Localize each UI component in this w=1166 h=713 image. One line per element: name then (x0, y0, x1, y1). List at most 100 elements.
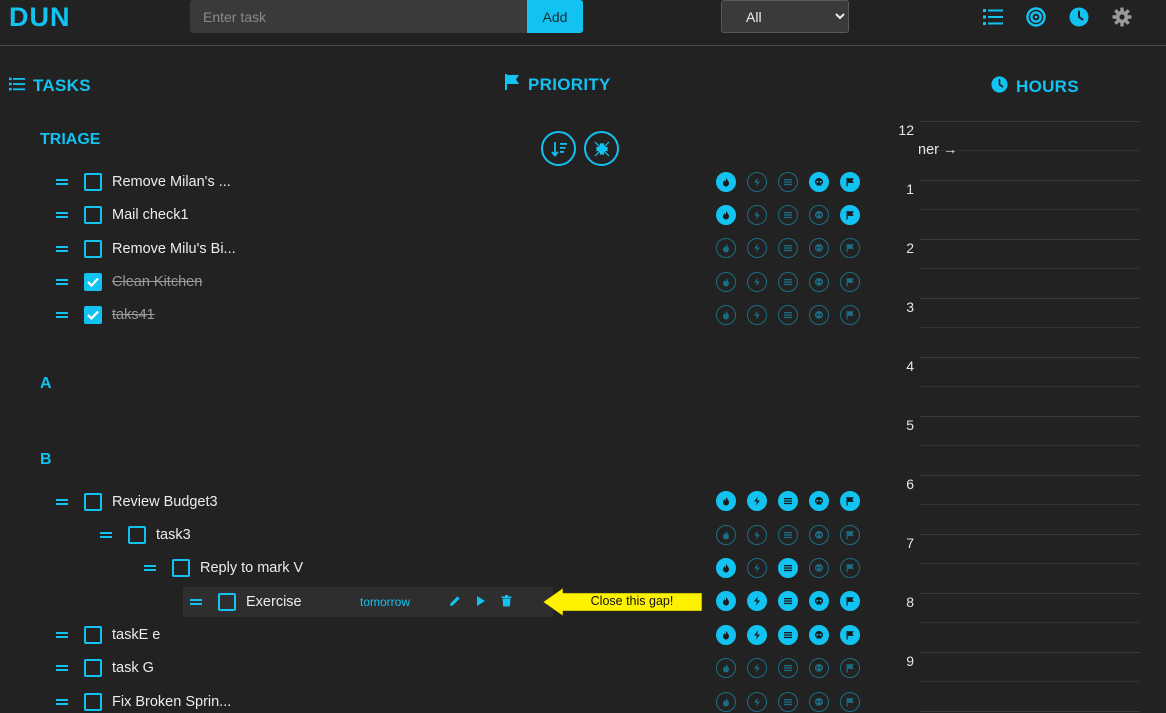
bolt-icon[interactable] (747, 625, 767, 645)
drag-handle-icon[interactable] (56, 699, 68, 705)
task-name[interactable]: Exercise (246, 594, 302, 610)
task-row[interactable]: Remove Milan's ... (56, 168, 231, 196)
skull-icon[interactable] (809, 491, 829, 511)
task-checkbox[interactable] (84, 240, 102, 258)
drag-handle-icon[interactable] (56, 279, 68, 285)
skull-icon[interactable] (809, 625, 829, 645)
bolt-icon[interactable] (747, 205, 767, 225)
task-row[interactable]: Mail check1 (56, 201, 189, 229)
drag-handle-icon[interactable] (100, 532, 112, 538)
task-row[interactable]: task G (56, 654, 154, 682)
skull-icon[interactable] (809, 558, 829, 578)
bolt-icon[interactable] (747, 658, 767, 678)
pencil-icon[interactable] (448, 594, 462, 608)
skull-icon[interactable] (809, 272, 829, 292)
task-name[interactable]: taskE e (112, 627, 160, 643)
list-icon[interactable] (778, 491, 798, 511)
list-icon[interactable] (778, 205, 798, 225)
list-icon[interactable] (778, 305, 798, 325)
fire-icon[interactable] (716, 205, 736, 225)
drag-handle-icon[interactable] (56, 179, 68, 185)
task-row[interactable]: Fix Broken Sprin... (56, 688, 231, 713)
task-row[interactable]: Clean Kitchen (56, 268, 202, 296)
task-input[interactable] (190, 0, 528, 33)
skull-icon[interactable] (809, 305, 829, 325)
fire-icon[interactable] (716, 625, 736, 645)
task-checkbox[interactable] (84, 626, 102, 644)
filter-select[interactable]: All (721, 0, 849, 33)
task-checkbox[interactable] (84, 493, 102, 511)
task-checkbox[interactable] (218, 593, 236, 611)
list-icon[interactable] (778, 658, 798, 678)
task-checkbox[interactable] (84, 659, 102, 677)
add-button[interactable]: Add (527, 0, 583, 33)
skull-icon[interactable] (809, 238, 829, 258)
task-checkbox[interactable] (128, 526, 146, 544)
fire-icon[interactable] (716, 591, 736, 611)
bolt-icon[interactable] (747, 172, 767, 192)
task-name[interactable]: Remove Milan's ... (112, 174, 231, 190)
calendar-event-fragment[interactable]: ner → (918, 142, 958, 158)
task-name[interactable]: taks41 (112, 307, 155, 323)
sort-button[interactable] (541, 131, 576, 166)
fire-icon[interactable] (716, 305, 736, 325)
task-checkbox[interactable] (84, 273, 102, 291)
task-checkbox[interactable] (172, 559, 190, 577)
fire-icon[interactable] (716, 558, 736, 578)
bolt-icon[interactable] (747, 238, 767, 258)
task-row[interactable]: Remove Milu's Bi... (56, 235, 236, 263)
collapse-button[interactable] (584, 131, 619, 166)
skull-icon[interactable] (809, 172, 829, 192)
fire-icon[interactable] (716, 692, 736, 712)
task-row[interactable]: taks41 (56, 301, 155, 329)
fire-icon[interactable] (716, 658, 736, 678)
list-icon[interactable] (778, 525, 798, 545)
task-name[interactable]: Fix Broken Sprin... (112, 694, 231, 710)
task-row[interactable]: taskE e (56, 621, 160, 649)
skull-icon[interactable] (809, 658, 829, 678)
fire-icon[interactable] (716, 238, 736, 258)
clock-icon[interactable] (1068, 6, 1090, 28)
bolt-icon[interactable] (747, 305, 767, 325)
flag-icon[interactable] (840, 205, 860, 225)
drag-handle-icon[interactable] (56, 212, 68, 218)
trash-icon[interactable] (499, 594, 513, 608)
list-icon[interactable] (778, 238, 798, 258)
list-icon[interactable] (982, 6, 1004, 28)
drag-handle-icon[interactable] (190, 599, 202, 605)
list-icon[interactable] (778, 692, 798, 712)
flag-icon[interactable] (840, 238, 860, 258)
flag-icon[interactable] (840, 305, 860, 325)
task-checkbox[interactable] (84, 206, 102, 224)
flag-icon[interactable] (840, 558, 860, 578)
fire-icon[interactable] (716, 525, 736, 545)
drag-handle-icon[interactable] (56, 499, 68, 505)
drag-handle-icon[interactable] (56, 665, 68, 671)
list-icon[interactable] (778, 272, 798, 292)
drag-handle-icon[interactable] (56, 312, 68, 318)
bolt-icon[interactable] (747, 692, 767, 712)
list-icon[interactable] (778, 591, 798, 611)
list-icon[interactable] (778, 625, 798, 645)
task-name[interactable]: Reply to mark V (200, 560, 303, 576)
task-checkbox[interactable] (84, 306, 102, 324)
flag-icon[interactable] (840, 272, 860, 292)
gear-icon[interactable] (1111, 6, 1133, 28)
skull-icon[interactable] (809, 591, 829, 611)
task-name[interactable]: Clean Kitchen (112, 274, 202, 290)
task-name[interactable]: task G (112, 660, 154, 676)
task-row[interactable]: Reply to mark V (144, 554, 303, 582)
task-row[interactable]: Exercise tomorrow (183, 587, 553, 617)
play-icon[interactable] (474, 594, 488, 608)
due-date-label[interactable]: tomorrow (360, 595, 410, 609)
flag-icon[interactable] (840, 525, 860, 545)
list-icon[interactable] (778, 172, 798, 192)
fire-icon[interactable] (716, 491, 736, 511)
task-name[interactable]: Review Budget3 (112, 494, 218, 510)
bolt-icon[interactable] (747, 591, 767, 611)
skull-icon[interactable] (809, 525, 829, 545)
skull-icon[interactable] (809, 692, 829, 712)
drag-handle-icon[interactable] (56, 246, 68, 252)
task-checkbox[interactable] (84, 173, 102, 191)
bolt-icon[interactable] (747, 272, 767, 292)
